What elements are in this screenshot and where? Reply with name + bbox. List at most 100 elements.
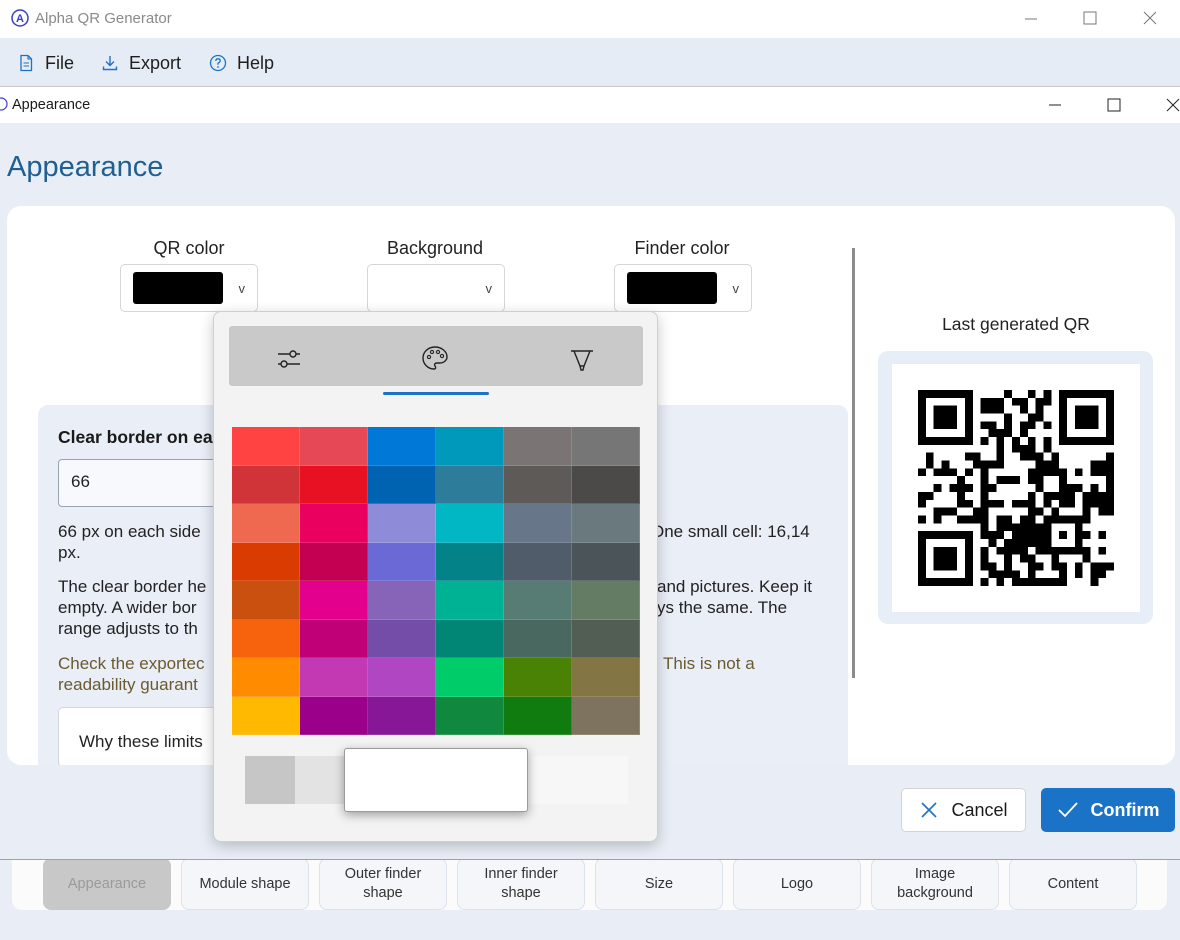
- menu-bar: File Export Help: [0, 38, 1180, 86]
- tab-size[interactable]: Size: [595, 858, 723, 910]
- palette-icon[interactable]: [419, 342, 451, 374]
- background-color-picker[interactable]: v: [367, 264, 505, 312]
- color-swatch[interactable]: [368, 581, 436, 620]
- why-limits-label: Why these limits: [79, 732, 203, 751]
- color-swatch[interactable]: [436, 427, 504, 466]
- color-swatch[interactable]: [300, 542, 368, 581]
- color-swatch[interactable]: [572, 465, 640, 504]
- color-swatch[interactable]: [368, 465, 436, 504]
- qr-module: [1012, 523, 1020, 532]
- finder-color-picker[interactable]: v: [614, 264, 752, 312]
- color-swatch[interactable]: [504, 619, 572, 658]
- menu-export[interactable]: Export: [101, 52, 181, 74]
- color-swatch[interactable]: [232, 619, 300, 658]
- color-swatch[interactable]: [436, 619, 504, 658]
- color-swatch[interactable]: [300, 427, 368, 466]
- qr-module: [965, 390, 973, 398]
- color-swatch[interactable]: [504, 427, 572, 466]
- qr-module: [980, 421, 989, 430]
- qr-module: [918, 491, 926, 500]
- color-swatch[interactable]: [232, 542, 300, 581]
- tab-module-shape[interactable]: Module shape: [181, 858, 309, 910]
- minimize-icon[interactable]: [1045, 95, 1065, 115]
- color-swatch[interactable]: [368, 504, 436, 543]
- color-swatch[interactable]: [368, 658, 436, 697]
- color-swatch[interactable]: [300, 619, 368, 658]
- color-swatch[interactable]: [436, 465, 504, 504]
- maximize-icon[interactable]: [1104, 95, 1124, 115]
- color-swatch[interactable]: [436, 504, 504, 543]
- menu-file[interactable]: File: [17, 52, 74, 74]
- tab-content[interactable]: Content: [1009, 858, 1137, 910]
- tab-logo[interactable]: Logo: [733, 858, 861, 910]
- qr-module: [925, 390, 934, 398]
- color-swatch[interactable]: [300, 504, 368, 543]
- tab-image-background[interactable]: Image background: [871, 858, 999, 910]
- color-swatch[interactable]: [300, 581, 368, 620]
- color-swatch[interactable]: [300, 696, 368, 735]
- qr-module: [1027, 499, 1036, 508]
- confirm-button[interactable]: Confirm: [1041, 788, 1175, 832]
- color-swatch[interactable]: [300, 465, 368, 504]
- explanation-line-3: range adjusts to th: [58, 619, 198, 638]
- tab-inner-finder-shape[interactable]: Inner finder shape: [457, 858, 585, 910]
- color-swatch[interactable]: [232, 581, 300, 620]
- color-swatch[interactable]: [572, 427, 640, 466]
- eyedropper-icon[interactable]: [566, 342, 598, 374]
- help-icon: [209, 54, 227, 72]
- color-swatch[interactable]: [572, 619, 640, 658]
- qr-module: [1012, 499, 1020, 508]
- color-swatch[interactable]: [232, 427, 300, 466]
- clear-border-input[interactable]: 66: [58, 459, 198, 507]
- color-swatch[interactable]: [572, 504, 640, 543]
- qr-module: [941, 413, 950, 422]
- qr-module: [980, 468, 989, 477]
- color-swatch[interactable]: [368, 427, 436, 466]
- color-swatch[interactable]: [504, 465, 572, 504]
- tab-appearance[interactable]: Appearance: [43, 858, 171, 910]
- color-swatch[interactable]: [572, 658, 640, 697]
- color-swatch[interactable]: [300, 658, 368, 697]
- color-swatch[interactable]: [232, 696, 300, 735]
- recent-color-swatch[interactable]: [528, 756, 628, 804]
- recent-color-swatch[interactable]: [295, 756, 345, 804]
- cancel-button[interactable]: Cancel: [901, 788, 1026, 832]
- why-limits-button[interactable]: Why these limits: [58, 707, 228, 765]
- qr-module: [1059, 413, 1067, 422]
- close-icon[interactable]: [1140, 8, 1160, 28]
- color-swatch[interactable]: [436, 542, 504, 581]
- color-swatch[interactable]: [436, 696, 504, 735]
- color-swatch[interactable]: [368, 619, 436, 658]
- color-swatch[interactable]: [504, 581, 572, 620]
- minimize-icon[interactable]: [1021, 9, 1041, 29]
- color-swatch[interactable]: [232, 658, 300, 697]
- qr-module: [1098, 468, 1107, 477]
- color-swatch[interactable]: [572, 542, 640, 581]
- color-swatch[interactable]: [436, 658, 504, 697]
- color-swatch[interactable]: [504, 504, 572, 543]
- menu-help[interactable]: Help: [209, 52, 274, 74]
- recent-color-swatch[interactable]: [245, 756, 295, 804]
- color-swatch[interactable]: [368, 696, 436, 735]
- qr-module: [933, 468, 942, 477]
- color-swatch[interactable]: [572, 696, 640, 735]
- qr-color-picker[interactable]: v: [120, 264, 258, 312]
- color-swatch[interactable]: [504, 696, 572, 735]
- sliders-icon[interactable]: [273, 342, 305, 374]
- color-swatch[interactable]: [232, 504, 300, 543]
- color-swatch[interactable]: [504, 658, 572, 697]
- qr-module: [949, 437, 958, 445]
- qr-module: [949, 531, 958, 539]
- qr-module: [1035, 452, 1044, 461]
- color-swatch[interactable]: [572, 581, 640, 620]
- color-swatch[interactable]: [504, 542, 572, 581]
- color-swatch[interactable]: [368, 542, 436, 581]
- tab-outer-finder-shape[interactable]: Outer finder shape: [319, 858, 447, 910]
- maximize-icon[interactable]: [1080, 8, 1100, 28]
- qr-module: [988, 531, 997, 539]
- qr-module: [1027, 570, 1036, 579]
- qr-module: [918, 437, 926, 445]
- color-swatch[interactable]: [436, 581, 504, 620]
- close-icon[interactable]: [1163, 95, 1180, 115]
- color-swatch[interactable]: [232, 465, 300, 504]
